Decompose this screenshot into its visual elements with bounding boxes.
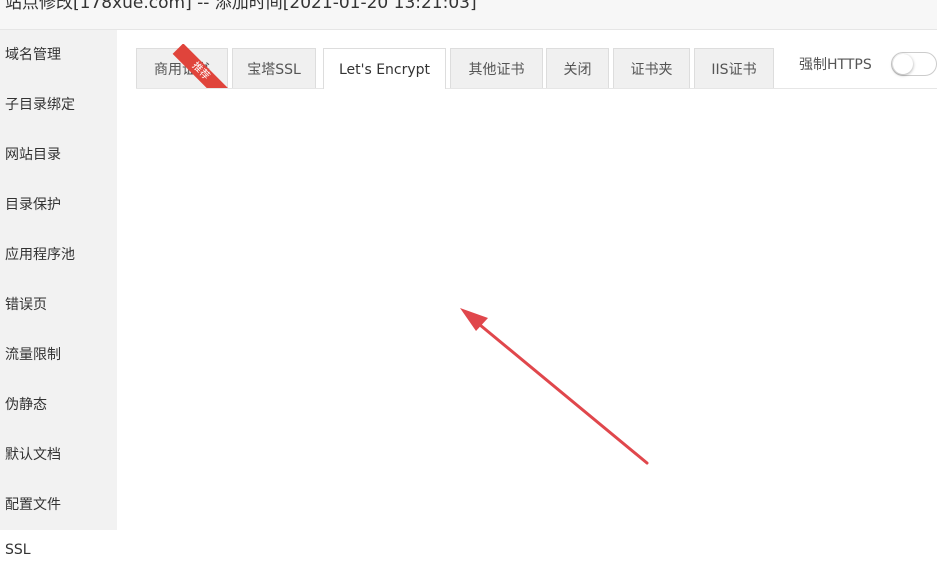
tab-baota-ssl[interactable]: 宝塔SSL	[232, 48, 316, 88]
tab-lets-encrypt[interactable]: Let's Encrypt	[323, 48, 446, 89]
sidebar-item-app-pool[interactable]: 应用程序池	[0, 230, 117, 280]
sidebar-item-site-directory[interactable]: 网站目录	[0, 130, 117, 180]
toggle-knob	[893, 54, 913, 74]
sidebar: 域名管理 子目录绑定 网站目录 目录保护 应用程序池 错误页 流量限制 伪静态 …	[0, 30, 117, 530]
sidebar-item-rewrite[interactable]: 伪静态	[0, 380, 117, 430]
window-title: 站点修改[178xue.com] -- 添加时间[2021-01-20 13:2…	[5, 0, 477, 13]
force-https-label: 强制HTTPS	[799, 57, 872, 73]
sidebar-item-default-document[interactable]: 默认文档	[0, 430, 117, 480]
sidebar-item-subdirectory-binding[interactable]: 子目录绑定	[0, 80, 117, 130]
sidebar-item-traffic-limit[interactable]: 流量限制	[0, 330, 117, 380]
sidebar-item-domain[interactable]: 域名管理	[0, 30, 117, 80]
window-titlebar: 站点修改[178xue.com] -- 添加时间[2021-01-20 13:2…	[0, 0, 937, 30]
annotation-arrow-icon	[460, 308, 649, 465]
force-https-toggle[interactable]	[891, 52, 937, 76]
sidebar-item-error-page[interactable]: 错误页	[0, 280, 117, 330]
sidebar-item-directory-protection[interactable]: 目录保护	[0, 180, 117, 230]
tab-other-cert[interactable]: 其他证书	[450, 48, 543, 88]
tab-cert-folder[interactable]: 证书夹	[613, 48, 690, 88]
sidebar-item-config-file[interactable]: 配置文件	[0, 480, 117, 530]
tab-close[interactable]: 关闭	[546, 48, 609, 88]
sidebar-item-ssl[interactable]: SSL	[0, 530, 117, 570]
tab-commercial-cert[interactable]: 商用证书	[136, 48, 228, 88]
tab-iis-cert[interactable]: IIS证书	[694, 48, 774, 88]
